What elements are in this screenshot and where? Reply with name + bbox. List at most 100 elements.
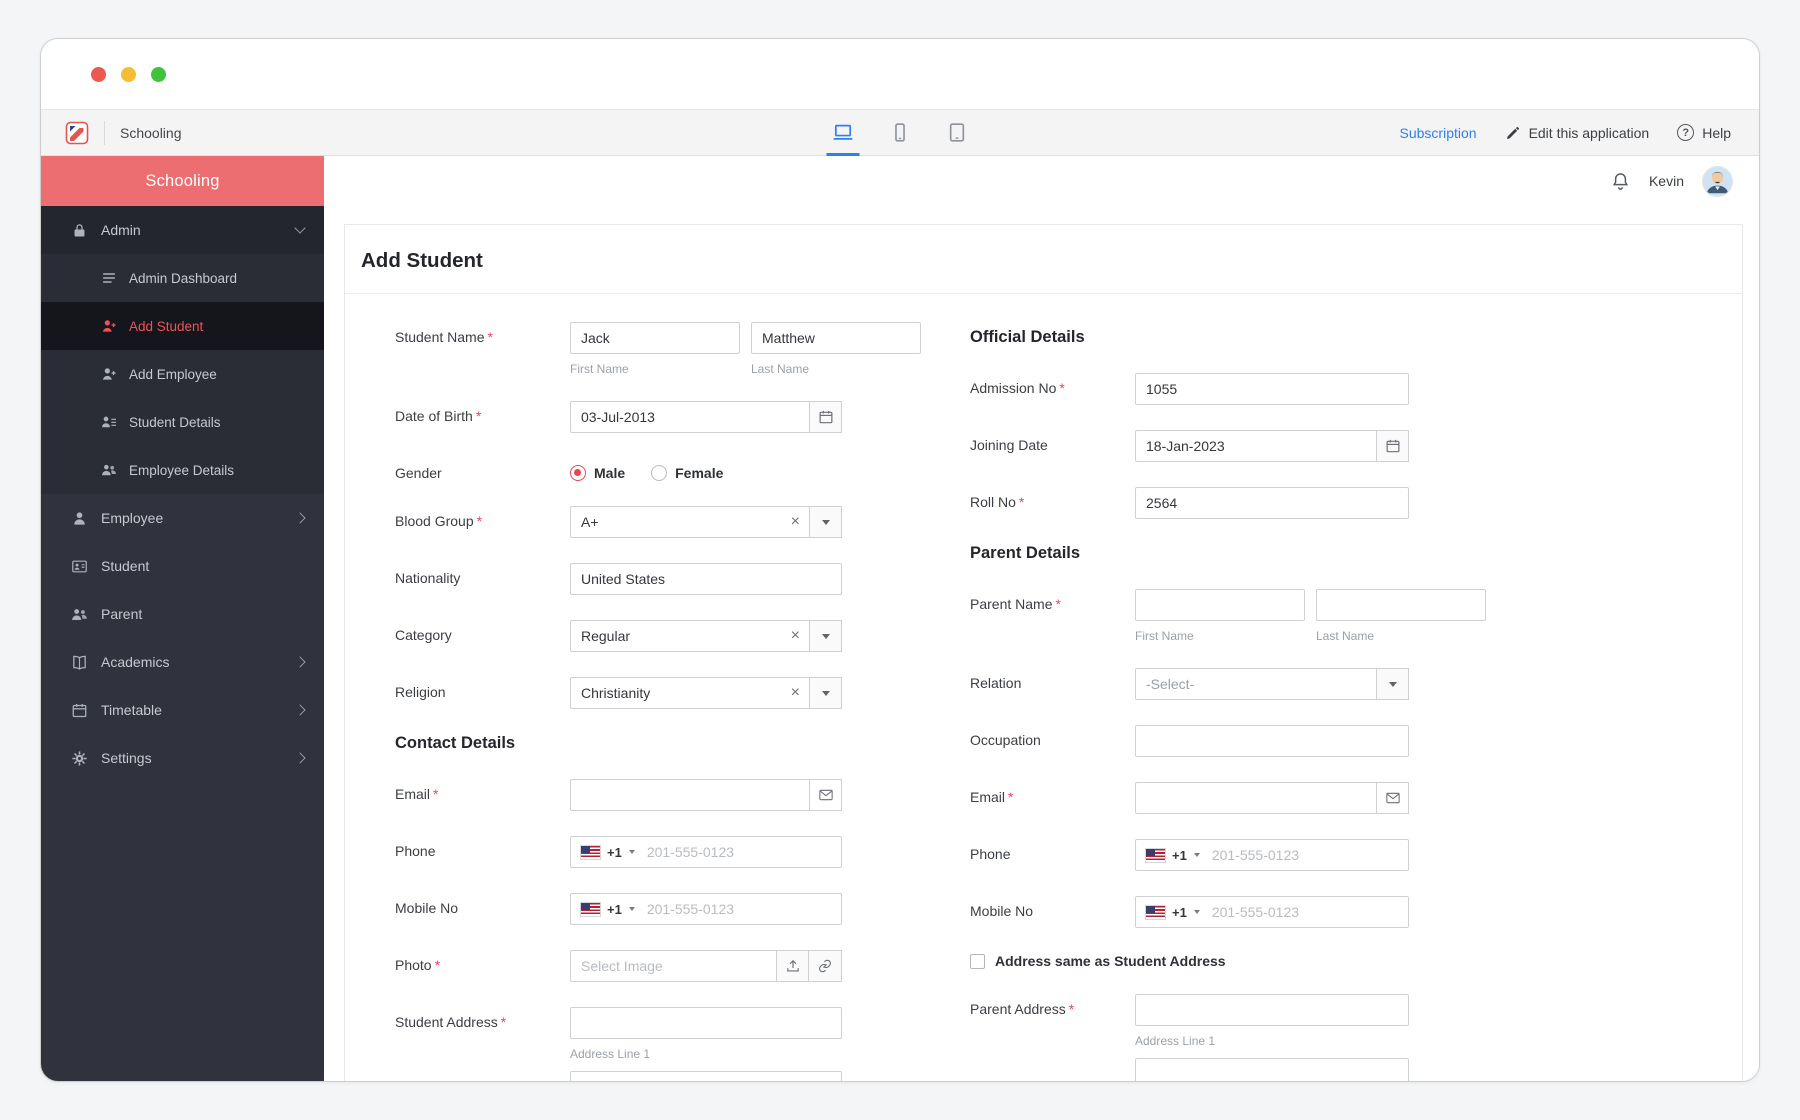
dropdown-toggle-button[interactable]	[809, 677, 842, 709]
student-email-input[interactable]	[570, 779, 809, 811]
radio-label: Female	[675, 464, 724, 481]
creator-logo-icon[interactable]	[65, 121, 89, 145]
sidebar-item-admin-dashboard[interactable]: Admin Dashboard	[41, 254, 324, 302]
tablet-preview-button[interactable]	[941, 110, 974, 155]
dropdown-toggle-button[interactable]	[809, 506, 842, 538]
upload-photo-button[interactable]	[776, 950, 809, 982]
user-avatar[interactable]	[1702, 165, 1733, 197]
country-code: +1	[1172, 847, 1187, 863]
field-label: Occupation	[970, 732, 1041, 748]
clear-selection-icon[interactable]: ×	[791, 685, 800, 701]
sidebar-item-label: Parent	[101, 606, 143, 622]
help-button[interactable]: ? Help	[1677, 124, 1731, 141]
person-icon	[71, 510, 88, 527]
dropdown-toggle-button[interactable]	[809, 620, 842, 652]
caret-down-icon[interactable]	[628, 907, 635, 911]
sidebar-item-student[interactable]: Student	[41, 542, 324, 590]
student-address-line2-input[interactable]	[570, 1071, 842, 1081]
sidebar-item-label: Academics	[101, 654, 170, 670]
sidebar-item-add-employee[interactable]: Add Employee	[41, 350, 324, 398]
traffic-lights	[91, 66, 166, 82]
dropdown-toggle-button[interactable]	[1376, 668, 1409, 700]
phone-preview-button[interactable]	[884, 110, 917, 155]
sidebar-item-settings[interactable]: Settings	[41, 734, 324, 782]
field-label: Date of Birth *	[395, 408, 482, 424]
minimize-window-button[interactable]	[121, 66, 136, 82]
field-gender: Gender Male Female	[395, 458, 970, 481]
parent-phone-input[interactable]: +1 201-555-0123	[1135, 839, 1409, 871]
roll-no-input[interactable]	[1135, 487, 1409, 519]
caret-down-icon[interactable]	[1193, 910, 1200, 914]
field-label: Email *	[395, 786, 439, 802]
form-column-left: Student Name* First Name	[395, 322, 970, 1081]
form-column-right: Official Details Admission No* Joining D…	[970, 322, 1742, 1081]
envelope-icon	[818, 787, 834, 803]
caret-down-icon[interactable]	[628, 850, 635, 854]
gender-female-radio[interactable]: Female	[651, 464, 724, 481]
gender-male-radio[interactable]: Male	[570, 464, 625, 481]
nationality-input[interactable]	[570, 563, 842, 595]
admission-no-input[interactable]	[1135, 373, 1409, 405]
sidebar-item-parent[interactable]: Parent	[41, 590, 324, 638]
edit-application-button[interactable]: Edit this application	[1505, 125, 1649, 141]
parent-address-line1-input[interactable]	[1135, 994, 1409, 1026]
subscription-link[interactable]: Subscription	[1400, 125, 1477, 141]
clear-selection-icon[interactable]: ×	[791, 514, 800, 530]
parent-mobile-input[interactable]: +1 201-555-0123	[1135, 896, 1409, 928]
sidebar-item-employee-details[interactable]: Employee Details	[41, 446, 324, 494]
sidebar-item-timetable[interactable]: Timetable	[41, 686, 324, 734]
field-nationality: Nationality	[395, 563, 970, 595]
sidebar-item-admin[interactable]: Admin	[41, 206, 324, 254]
category-select[interactable]: Regular ×	[570, 620, 809, 652]
phone-placeholder: 201-555-0123	[646, 844, 735, 860]
clear-selection-icon[interactable]: ×	[791, 628, 800, 644]
sidebar-item-academics[interactable]: Academics	[41, 638, 324, 686]
field-label: Parent Name *	[970, 596, 1061, 612]
same-address-checkbox[interactable]	[970, 953, 985, 969]
calendar-picker-button[interactable]	[1376, 430, 1409, 462]
parent-last-name-input[interactable]	[1316, 589, 1486, 621]
caret-down-icon	[821, 690, 830, 696]
field-label: Student Address *	[395, 1014, 507, 1030]
sidebar-item-label: Settings	[101, 750, 152, 766]
student-address-line1-input[interactable]	[570, 1007, 842, 1039]
desktop-preview-button[interactable]	[826, 110, 860, 156]
people-icon	[71, 606, 88, 623]
blood-group-select[interactable]: A+ ×	[570, 506, 809, 538]
phone-placeholder: 201-555-0123	[1211, 847, 1300, 863]
date-of-birth-input[interactable]	[570, 401, 809, 433]
field-label: Joining Date	[970, 437, 1048, 453]
required-asterisk: *	[1059, 380, 1065, 396]
parent-email-input[interactable]	[1135, 782, 1376, 814]
phone-placeholder: 201-555-0123	[646, 901, 735, 917]
sidebar-item-student-details[interactable]: Student Details	[41, 398, 324, 446]
close-window-button[interactable]	[91, 66, 106, 82]
us-flag-icon	[1145, 904, 1166, 920]
religion-select[interactable]: Christianity ×	[570, 677, 809, 709]
link-icon	[817, 958, 833, 974]
student-first-name-input[interactable]	[570, 322, 740, 354]
relation-select[interactable]: -Select-	[1135, 668, 1376, 700]
photo-link-button[interactable]	[809, 950, 842, 982]
caret-down-icon[interactable]	[1193, 853, 1200, 857]
notifications-bell-icon[interactable]	[1610, 171, 1631, 192]
same-address-row: Address same as Student Address	[970, 953, 1742, 969]
selected-value: -Select-	[1146, 676, 1195, 692]
field-phone: Phone +1 201-555-0123	[395, 836, 970, 868]
maximize-window-button[interactable]	[151, 66, 166, 82]
sidebar-item-employee[interactable]: Employee	[41, 494, 324, 542]
email-icon-segment	[1376, 782, 1409, 814]
student-phone-input[interactable]: +1 201-555-0123	[570, 836, 842, 868]
photo-filename-input[interactable]	[570, 950, 776, 982]
parent-address-line2-input[interactable]	[1135, 1058, 1409, 1081]
occupation-input[interactable]	[1135, 725, 1409, 757]
help-label: Help	[1702, 124, 1731, 141]
field-email: Email *	[395, 779, 970, 811]
sidebar-item-add-student[interactable]: Add Student	[41, 302, 324, 350]
student-last-name-input[interactable]	[751, 322, 921, 354]
calendar-picker-button[interactable]	[809, 401, 842, 433]
student-mobile-input[interactable]: +1 201-555-0123	[570, 893, 842, 925]
parent-first-name-input[interactable]	[1135, 589, 1305, 621]
joining-date-input[interactable]	[1135, 430, 1376, 462]
field-relation: Relation -Select-	[970, 668, 1742, 700]
